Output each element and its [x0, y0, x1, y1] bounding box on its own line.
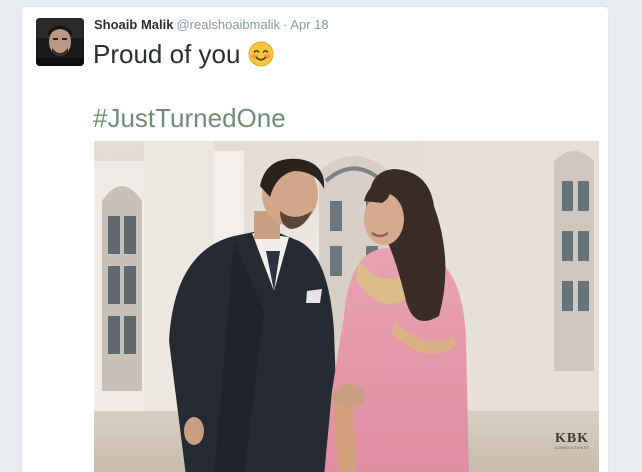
watermark-subtext: CONSULTANTS — [554, 445, 590, 450]
author-name[interactable]: Shoaib Malik — [94, 17, 173, 32]
tweet-timestamp[interactable]: Apr 18 — [290, 17, 328, 32]
smiling-face-emoji-icon — [248, 41, 274, 67]
avatar[interactable] — [36, 18, 84, 66]
photo-image — [94, 141, 599, 472]
author-handle[interactable]: @realshoaibmalik — [176, 17, 280, 32]
photo-watermark: KBK CONSULTANTS — [552, 431, 592, 450]
hashtag-link[interactable]: #JustTurnedOne — [93, 102, 286, 134]
meta-separator: · — [283, 17, 288, 32]
tweet-text: Proud of you — [93, 38, 274, 70]
timeline-page: Shoaib Malik @realshoaibmalik · Apr 18 Prou… — [0, 0, 642, 472]
tweet-photo[interactable]: KBK CONSULTANTS — [94, 141, 599, 472]
tweet-card[interactable]: Shoaib Malik @realshoaibmalik · Apr 18 Prou… — [21, 6, 609, 472]
tweet-header: Shoaib Malik @realshoaibmalik · Apr 18 — [94, 17, 329, 33]
tweet-text-content: Proud of you — [93, 39, 241, 69]
avatar-image — [36, 18, 84, 66]
